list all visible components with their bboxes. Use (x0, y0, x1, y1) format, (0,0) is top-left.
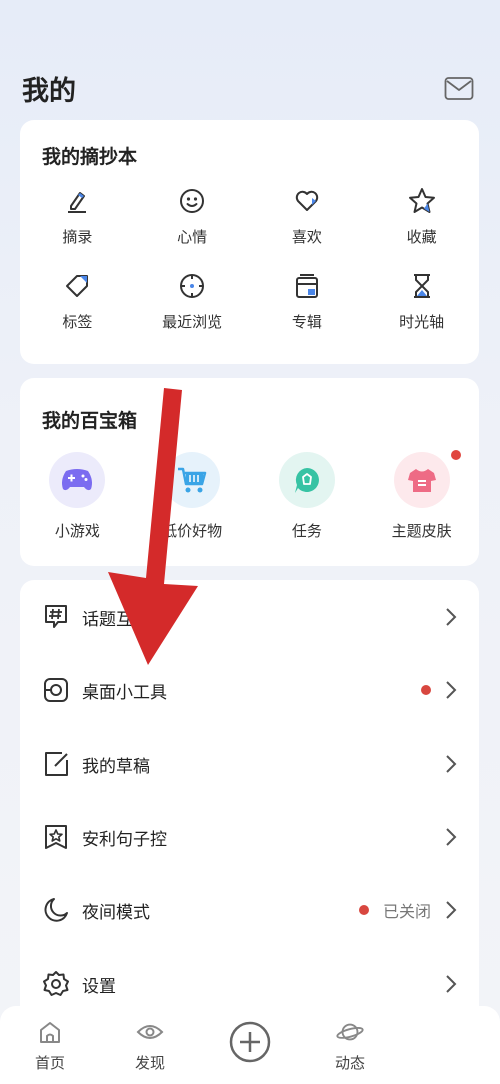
box-item-label: 低价好物 (162, 522, 223, 540)
notebook-item-mood[interactable]: 心情 (135, 186, 250, 247)
moon-icon (42, 896, 70, 924)
plus-circle-icon[interactable] (228, 1020, 272, 1064)
nav-home-label: 首页 (34, 1054, 65, 1072)
nav-feed[interactable]: 动态 (320, 1018, 380, 1073)
menu-row-label: 话题互 (82, 609, 133, 630)
menu-row-recommend[interactable]: 安利句子控 (20, 808, 479, 866)
menu-row-right (445, 607, 457, 627)
notebook-item-timeline[interactable]: 时光轴 (364, 271, 479, 332)
notebook-item-label: 收藏 (406, 228, 437, 246)
nav-discover[interactable]: 发现 (120, 1018, 180, 1073)
notebook-item-label: 喜欢 (291, 228, 322, 246)
eye-icon (136, 1018, 164, 1046)
page-header: 我的 (22, 72, 480, 112)
draft-icon (42, 750, 70, 778)
chevron-right-icon (446, 828, 457, 846)
night-mode-status: 已关闭 (382, 902, 431, 921)
menu-row-right (445, 974, 457, 994)
treasure-box-grid: 小游戏 低价好物 任务 主题皮肤 (20, 450, 479, 541)
chevron-right-icon (446, 681, 457, 699)
home-icon (36, 1018, 64, 1046)
menu-row-right (445, 827, 457, 847)
tag-icon (62, 271, 92, 301)
notebook-item-tag[interactable]: 标签 (20, 271, 135, 332)
menu-row-right: 已关闭 (358, 898, 457, 922)
chevron-right-icon (446, 755, 457, 773)
notification-dot (358, 905, 369, 915)
star-icon (407, 186, 437, 216)
notification-dot (451, 450, 461, 460)
menu-row-label: 桌面小工具 (82, 682, 167, 703)
heart-icon (292, 186, 322, 216)
hashtag-icon (42, 603, 70, 631)
menu-row-topics[interactable]: 话题互 (20, 588, 479, 646)
menu-row-label: 安利句子控 (82, 829, 167, 850)
box-item-deals[interactable]: 低价好物 (135, 452, 250, 541)
page-title: 我的 (22, 76, 76, 107)
notebook-item-label: 时光轴 (399, 313, 445, 331)
pen-icon (62, 186, 92, 216)
notebook-item-like[interactable]: 喜欢 (250, 186, 365, 247)
box-item-theme[interactable]: 主题皮肤 (364, 450, 479, 541)
shirt-icon (393, 452, 450, 508)
notebook-title: 我的摘抄本 (42, 146, 138, 168)
widget-icon (42, 676, 70, 704)
bottom-nav: 首页 发现 动态 (0, 1006, 500, 1084)
gamepad-icon (49, 452, 106, 508)
chevron-right-icon (446, 608, 457, 626)
chevron-right-icon (446, 975, 457, 993)
box-item-label: 任务 (291, 522, 322, 540)
hourglass-icon (407, 271, 437, 301)
box-item-minigame[interactable]: 小游戏 (20, 452, 135, 541)
menu-row-widgets[interactable]: 桌面小工具 (20, 661, 479, 719)
bookmark-star-icon (42, 823, 70, 851)
notebook-item-label: 标签 (62, 313, 93, 331)
menu-row-label: 我的草稿 (82, 756, 150, 777)
menu-row-right (445, 754, 457, 774)
treasure-box-title: 我的百宝箱 (42, 410, 138, 432)
nav-discover-label: 发现 (134, 1054, 165, 1072)
notebook-item-label: 摘录 (62, 228, 93, 246)
menu-list-card: 话题互 桌面小工具 我的草稿 安利句子控 夜间模式 已关闭 设置 (20, 580, 479, 1020)
notebook-grid: 摘录 心情 喜欢 收藏 标签 最近浏览 专辑 时光轴 (20, 186, 479, 332)
box-item-task[interactable]: 任务 (250, 452, 365, 541)
menu-row-drafts[interactable]: 我的草稿 (20, 735, 479, 793)
notebook-item-label: 心情 (177, 228, 208, 246)
notebook-item-recent[interactable]: 最近浏览 (135, 271, 250, 332)
notification-dot (421, 685, 431, 695)
treasure-box-card: 我的百宝箱 小游戏 低价好物 任务 主题皮肤 (20, 378, 479, 566)
gear-icon (42, 970, 70, 998)
smile-icon (177, 186, 207, 216)
planet-icon (336, 1018, 364, 1046)
notebook-card: 我的摘抄本 摘录 心情 喜欢 收藏 标签 最近浏览 专辑 时光轴 (20, 120, 479, 364)
menu-row-label: 夜间模式 (82, 902, 150, 923)
menu-row-label: 设置 (82, 976, 116, 997)
notebook-item-label: 专辑 (291, 313, 322, 331)
nav-home[interactable]: 首页 (20, 1018, 80, 1073)
box-item-label: 主题皮肤 (391, 522, 452, 540)
notebook-item-label: 最近浏览 (162, 313, 223, 331)
menu-row-right (421, 680, 457, 700)
mail-icon[interactable] (444, 76, 474, 102)
menu-row-settings[interactable]: 设置 (20, 955, 479, 1013)
notebook-item-album[interactable]: 专辑 (250, 271, 365, 332)
box-item-label: 小游戏 (54, 522, 100, 540)
task-bubble-icon (278, 452, 335, 508)
cart-icon (164, 452, 221, 508)
notebook-item-excerpt[interactable]: 摘录 (20, 186, 135, 247)
album-icon (292, 271, 322, 301)
nav-feed-label: 动态 (334, 1054, 365, 1072)
chevron-right-icon (446, 901, 457, 919)
menu-row-night-mode[interactable]: 夜间模式 已关闭 (20, 881, 479, 939)
compass-icon (177, 271, 207, 301)
notebook-item-favorite[interactable]: 收藏 (364, 186, 479, 247)
